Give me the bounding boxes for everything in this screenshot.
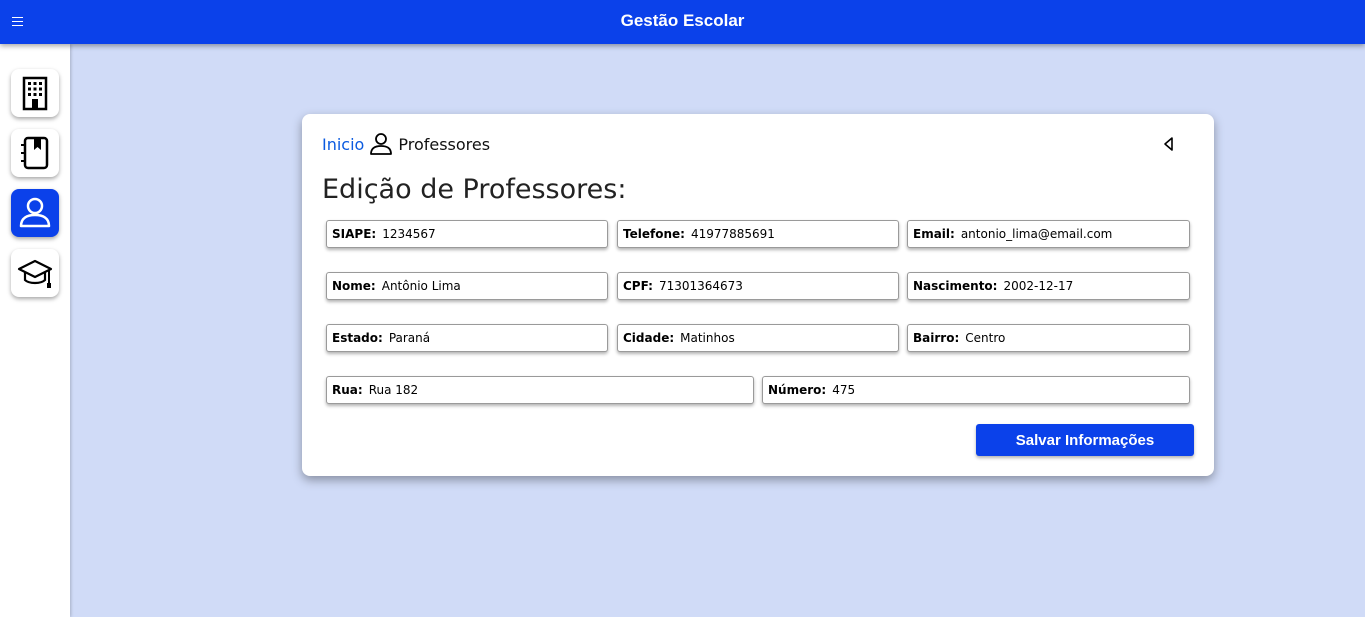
cidade-label: Cidade: <box>623 331 675 345</box>
estado-label: Estado: <box>332 331 383 345</box>
page-title: Edição de Professores: <box>322 174 627 205</box>
save-button[interactable]: Salvar Informações <box>976 424 1194 456</box>
breadcrumb-current: Professores <box>398 134 491 154</box>
cpf-label: CPF: <box>623 279 653 293</box>
building-icon <box>22 76 48 111</box>
person-icon <box>370 133 393 155</box>
siape-field[interactable]: SIAPE: <box>326 220 608 248</box>
sidebar <box>0 44 70 617</box>
nascimento-field[interactable]: Nascimento: <box>907 272 1190 300</box>
top-bar: Gestão Escolar <box>0 0 1365 44</box>
edit-professor-card: Inicio Professores Edição de Professores… <box>302 114 1214 476</box>
sidebar-item-school[interactable] <box>11 69 59 117</box>
nascimento-label: Nascimento: <box>913 279 998 293</box>
bairro-field[interactable]: Bairro: <box>907 324 1190 352</box>
numero-field[interactable]: Número: <box>762 376 1190 404</box>
email-field[interactable]: Email: <box>907 220 1190 248</box>
telefone-input[interactable] <box>690 227 898 241</box>
sidebar-item-directory[interactable] <box>11 129 59 177</box>
nome-input[interactable] <box>381 279 607 293</box>
person-icon <box>19 197 51 228</box>
rua-field[interactable]: Rua: <box>326 376 754 404</box>
numero-input[interactable] <box>832 383 1189 397</box>
rua-label: Rua: <box>332 383 363 397</box>
graduation-cap-icon <box>17 259 53 288</box>
address-book-icon <box>21 136 49 170</box>
nome-label: Nome: <box>332 279 376 293</box>
rua-input[interactable] <box>368 383 753 397</box>
sidebar-item-students[interactable] <box>11 249 59 297</box>
cidade-input[interactable] <box>680 331 898 345</box>
cidade-field[interactable]: Cidade: <box>617 324 899 352</box>
bairro-label: Bairro: <box>913 331 960 345</box>
sidebar-item-professors[interactable] <box>11 189 59 237</box>
cpf-field[interactable]: CPF: <box>617 272 899 300</box>
breadcrumb-home-link[interactable]: Inicio <box>322 135 364 154</box>
telefone-field[interactable]: Telefone: <box>617 220 899 248</box>
email-label: Email: <box>913 227 955 241</box>
estado-input[interactable] <box>388 331 607 345</box>
nome-field[interactable]: Nome: <box>326 272 608 300</box>
breadcrumb: Inicio Professores <box>322 132 490 156</box>
email-input[interactable] <box>960 227 1189 241</box>
estado-field[interactable]: Estado: <box>326 324 608 352</box>
numero-label: Número: <box>768 383 827 397</box>
bairro-input[interactable] <box>965 331 1189 345</box>
cpf-input[interactable] <box>658 279 898 293</box>
app-title: Gestão Escolar <box>620 11 745 30</box>
telefone-label: Telefone: <box>623 227 685 241</box>
nascimento-input[interactable] <box>1003 279 1189 293</box>
back-arrow-icon[interactable] <box>1162 136 1176 152</box>
siape-input[interactable] <box>382 227 607 241</box>
siape-label: SIAPE: <box>332 227 377 241</box>
